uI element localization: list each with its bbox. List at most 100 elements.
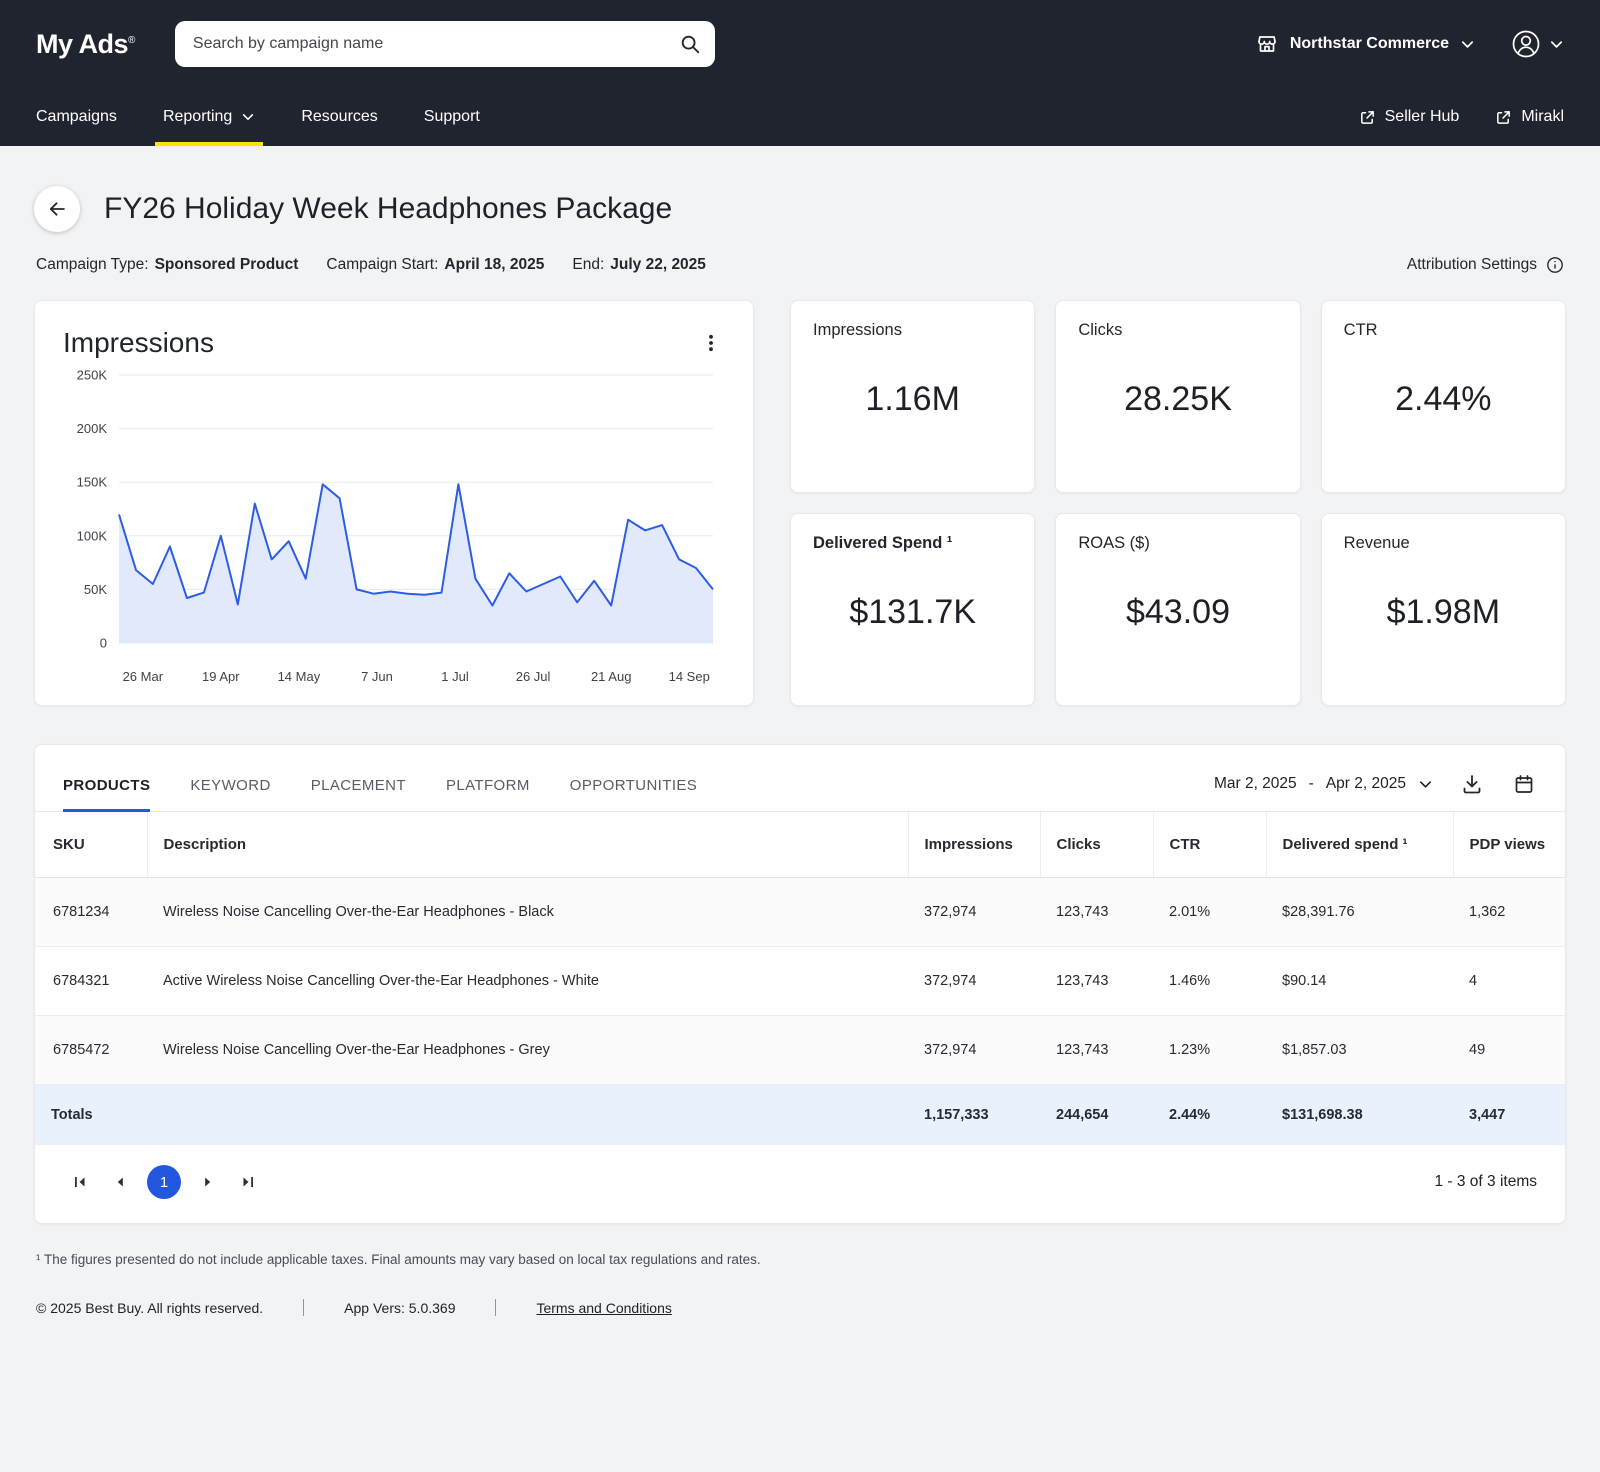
info-icon[interactable]: [1546, 256, 1564, 274]
svg-text:26 Jul: 26 Jul: [516, 669, 551, 684]
search-bar[interactable]: [174, 21, 715, 67]
cell-description: Active Wireless Noise Cancelling Over-th…: [147, 946, 908, 1016]
table-row[interactable]: 6781234 Wireless Noise Cancelling Over-t…: [35, 877, 1565, 947]
nav-item-resources[interactable]: Resources: [301, 88, 377, 146]
svg-text:14 Sep: 14 Sep: [669, 669, 710, 684]
main-content: FY26 Holiday Week Headphones Package Cam…: [0, 186, 1600, 1224]
attribution-settings[interactable]: Attribution Settings: [1407, 256, 1564, 274]
column-header-description[interactable]: Description: [147, 812, 909, 878]
column-header-impressions[interactable]: Impressions: [908, 812, 1041, 878]
nav-label: Campaigns: [36, 108, 117, 125]
search-icon[interactable]: [679, 33, 701, 55]
svg-text:100K: 100K: [77, 528, 108, 543]
svg-text:7 Jun: 7 Jun: [361, 669, 393, 684]
column-header-pdp-views[interactable]: PDP views: [1453, 812, 1565, 878]
totals-impressions: 1,157,333: [908, 1084, 1040, 1145]
table-row[interactable]: 6785472 Wireless Noise Cancelling Over-t…: [35, 1015, 1565, 1085]
kpi-label: ROAS ($): [1078, 534, 1150, 552]
last-page-button[interactable]: [231, 1165, 265, 1199]
svg-text:150K: 150K: [77, 475, 108, 490]
meta-label: End:: [572, 256, 605, 273]
search-input[interactable]: [192, 35, 679, 53]
cell-description: Wireless Noise Cancelling Over-the-Ear H…: [147, 877, 908, 947]
svg-text:1 Jul: 1 Jul: [441, 669, 469, 684]
seller-hub-link[interactable]: Seller Hub: [1359, 108, 1459, 126]
nav-item-campaigns[interactable]: Campaigns: [36, 88, 117, 146]
tab-keyword[interactable]: KEYWORD: [190, 777, 270, 811]
column-header-delivered-spend[interactable]: Delivered spend ¹: [1266, 812, 1454, 878]
kpi-card-impressions: Impressions 1.16M: [790, 300, 1036, 493]
tab-placement[interactable]: PLACEMENT: [311, 777, 406, 811]
svg-text:14 May: 14 May: [278, 669, 321, 684]
nav-label: Reporting: [162, 108, 233, 125]
current-page-indicator[interactable]: 1: [147, 1165, 181, 1199]
date-range-start: Mar 2, 2025: [1213, 775, 1297, 792]
impressions-chart-card: Impressions 0 50K 100K 150K 200K 250K 26 Mar 19…: [34, 300, 754, 706]
nav-item-reporting[interactable]: Reporting: [154, 88, 264, 146]
chart-title: Impressions: [63, 327, 214, 358]
download-icon[interactable]: [1459, 771, 1485, 797]
svg-text:0: 0: [100, 636, 107, 651]
kpi-label: CTR: [1343, 321, 1378, 339]
kpi-value: $43.09: [1125, 592, 1230, 631]
app-logo[interactable]: My Ads®: [36, 29, 135, 60]
chevron-down-icon: [1418, 777, 1433, 792]
mirakl-link[interactable]: Mirakl: [1495, 108, 1564, 126]
copyright-text: © 2025 Best Buy. All rights reserved.: [36, 1299, 264, 1316]
svg-text:250K: 250K: [77, 368, 108, 383]
back-button[interactable]: [34, 186, 80, 232]
impressions-line-chart: 0 50K 100K 150K 200K 250K 26 Mar 19 Apr 14 May 7 …: [77, 368, 714, 684]
next-page-button[interactable]: [191, 1165, 225, 1199]
cell-delivered-spend: $28,391.76: [1266, 877, 1453, 947]
svg-text:200K: 200K: [77, 421, 108, 436]
table-row[interactable]: 6784321 Active Wireless Noise Cancelling…: [35, 946, 1565, 1016]
cell-pdp-views: 4: [1453, 946, 1565, 1016]
cell-impressions: 372,974: [908, 1015, 1040, 1085]
link-label: Mirakl: [1521, 108, 1564, 125]
cell-delivered-spend: $90.14: [1266, 946, 1453, 1016]
header-right: Northstar Commerce: [1255, 29, 1564, 59]
kebab-menu-icon[interactable]: [697, 327, 725, 359]
cell-ctr: 1.23%: [1153, 1015, 1266, 1085]
table-header: SKU Description Impressions Clicks CTR D…: [35, 812, 1565, 878]
meta-campaign-end: End: July 22, 2025: [572, 256, 706, 274]
user-avatar-icon: [1511, 29, 1541, 59]
cell-clicks: 123,743: [1040, 946, 1153, 1016]
date-range-separator: -: [1308, 775, 1314, 792]
products-table: SKU Description Impressions Clicks CTR D…: [35, 812, 1565, 1145]
date-range-picker[interactable]: Mar 2, 2025 - Apr 2, 2025: [1214, 775, 1433, 793]
kpi-card-ctr: CTR 2.44%: [1320, 300, 1566, 493]
meta-value: July 22, 2025: [610, 256, 706, 273]
kpi-label: Impressions: [813, 321, 902, 339]
column-header-sku[interactable]: SKU: [35, 812, 148, 878]
svg-text:21 Aug: 21 Aug: [591, 669, 632, 684]
kpi-grid: Impressions 1.16M Clicks 28.25K CTR 2.44…: [790, 300, 1566, 706]
table-controls: Mar 2, 2025 - Apr 2, 2025: [1214, 771, 1537, 811]
tab-products[interactable]: PRODUCTS: [63, 777, 151, 812]
user-menu[interactable]: [1511, 29, 1564, 59]
terms-and-conditions-link[interactable]: Terms and Conditions: [536, 1300, 671, 1316]
totals-ctr: 2.44%: [1153, 1084, 1266, 1145]
column-header-ctr[interactable]: CTR: [1153, 812, 1267, 878]
tab-platform[interactable]: PLATFORM: [446, 777, 530, 811]
page-title: FY26 Holiday Week Headphones Package: [104, 192, 673, 225]
account-switcher[interactable]: Northstar Commerce: [1255, 32, 1475, 56]
svg-text:50K: 50K: [84, 582, 107, 597]
cell-description: Wireless Noise Cancelling Over-the-Ear H…: [147, 1015, 908, 1085]
first-page-button[interactable]: [63, 1165, 97, 1199]
totals-label: Totals: [35, 1084, 908, 1145]
previous-page-button[interactable]: [103, 1165, 137, 1199]
kpi-card-delivered-spend: Delivered Spend ¹ $131.7K: [790, 513, 1036, 706]
meta-value: Sponsored Product: [154, 256, 299, 273]
nav-external-links: Seller Hub Mirakl: [1359, 108, 1564, 126]
schedule-report-icon[interactable]: [1511, 771, 1537, 797]
app-version-text: App Vers: 5.0.369: [344, 1299, 456, 1316]
column-header-clicks[interactable]: Clicks: [1040, 812, 1154, 878]
meta-label: Campaign Type:: [36, 256, 149, 273]
tab-opportunities[interactable]: OPPORTUNITIES: [570, 777, 697, 811]
pagination: 1 1 - 3 of 3 items: [35, 1145, 1565, 1223]
kpi-card-revenue: Revenue $1.98M: [1320, 513, 1566, 706]
breakdown-table-card: PRODUCTS KEYWORD PLACEMENT PLATFORM OPPO…: [34, 744, 1566, 1224]
nav-item-support[interactable]: Support: [424, 88, 480, 146]
table-tabs: PRODUCTS KEYWORD PLACEMENT PLATFORM OPPO…: [63, 777, 697, 812]
